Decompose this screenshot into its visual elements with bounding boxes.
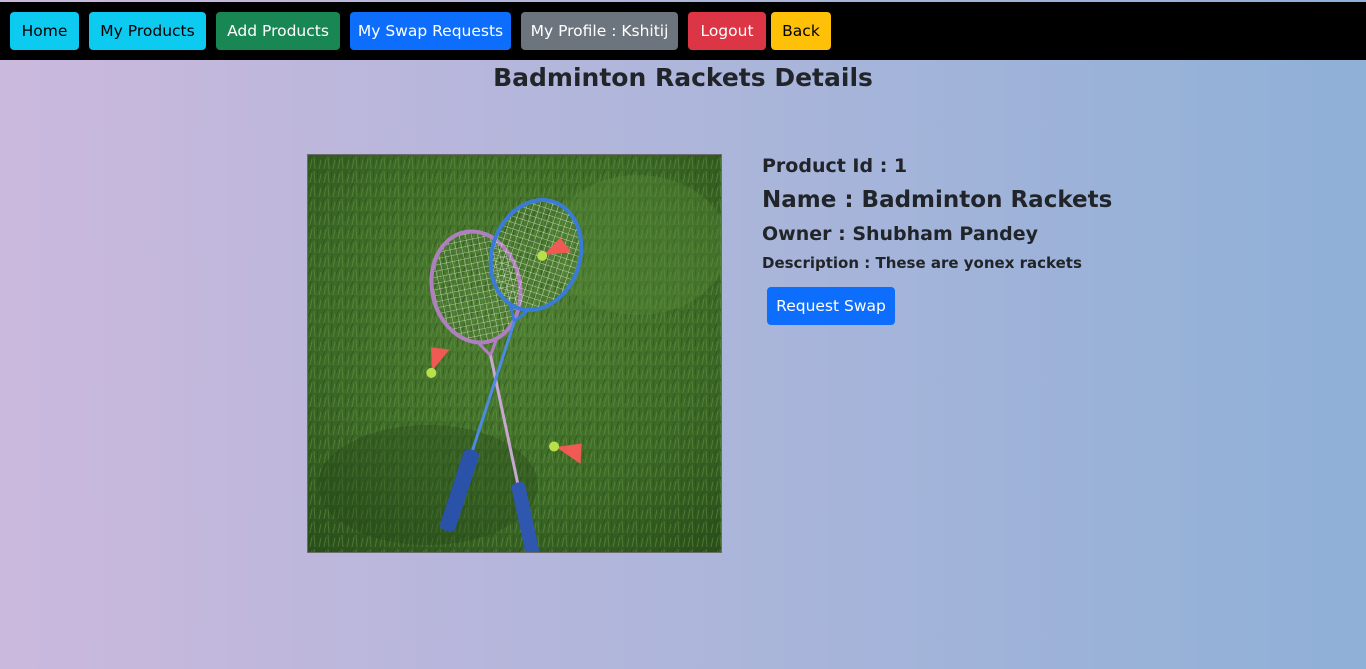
home-button[interactable]: Home	[10, 12, 79, 50]
product-image	[307, 154, 722, 553]
product-name: Name : Badminton Rackets	[762, 187, 1113, 213]
product-owner: Owner : Shubham Pandey	[762, 223, 1039, 245]
request-swap-button[interactable]: Request Swap	[767, 287, 895, 325]
product-id: Product Id : 1	[762, 155, 908, 177]
my-swap-requests-button[interactable]: My Swap Requests	[350, 12, 511, 50]
my-profile-button[interactable]: My Profile : Kshitij	[521, 12, 678, 50]
add-products-button[interactable]: Add Products	[216, 12, 340, 50]
my-products-button[interactable]: My Products	[89, 12, 206, 50]
back-button[interactable]: Back	[771, 12, 831, 50]
page-title: Badminton Rackets Details	[493, 63, 873, 92]
product-description: Description : These are yonex rackets	[762, 254, 1082, 272]
navbar: Home My Products Add Products My Swap Re…	[0, 2, 1366, 60]
logout-button[interactable]: Logout	[688, 12, 766, 50]
